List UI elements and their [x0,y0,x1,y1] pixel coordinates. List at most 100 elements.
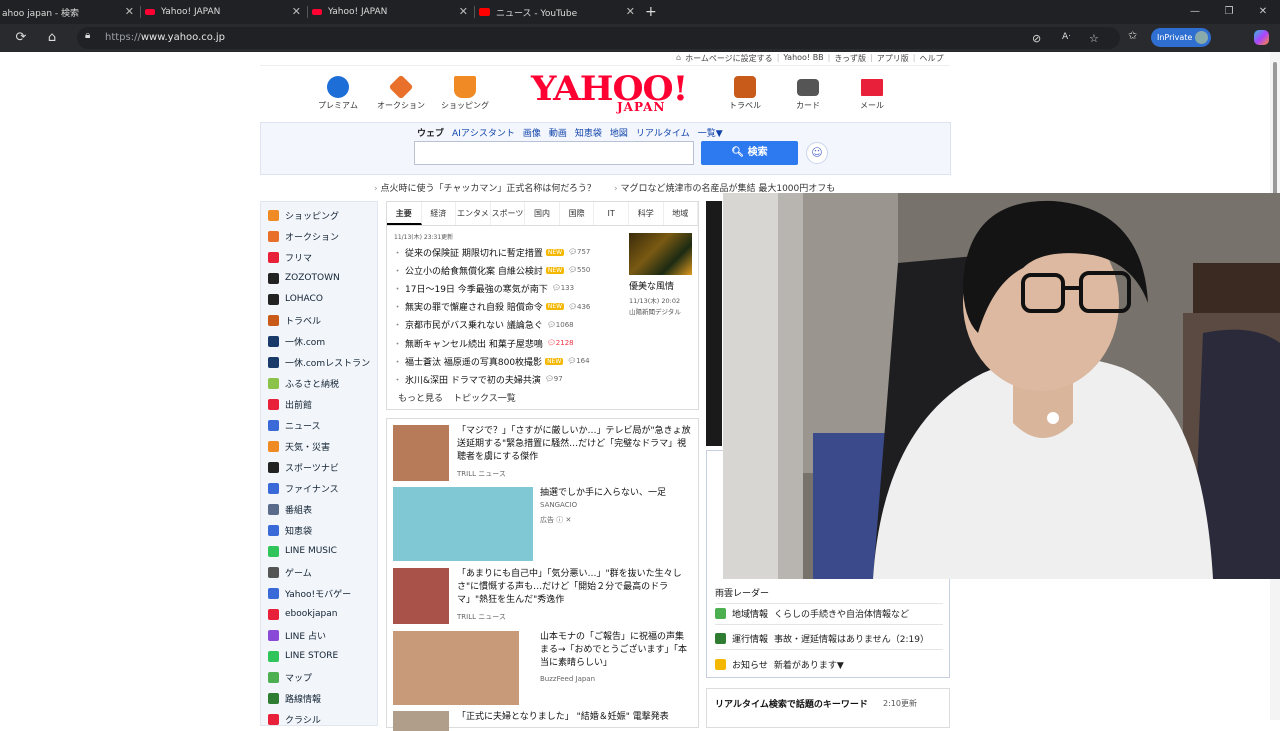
browser-tab[interactable]: Yahoo! JAPAN ✕ [145,0,307,24]
search-tab-images[interactable]: 画像 [523,126,541,139]
news-photo[interactable] [629,233,692,275]
topics-list-link[interactable]: トピックス一覧 [453,391,516,404]
sidebar-item[interactable]: ふるさと納税 [268,375,339,391]
local-info-row[interactable]: 運行情報 事故・遅延情報はありません（2:19） [715,631,929,645]
minimize-icon[interactable]: — [1178,0,1212,24]
sidebar-item[interactable]: ZOZOTOWN [268,270,340,286]
feed-thumbnail[interactable] [393,711,449,731]
favorites-icon[interactable]: ✩ [1128,29,1137,42]
inprivate-badge[interactable]: InPrivate [1151,28,1211,47]
sidebar-item[interactable]: 一休.com [268,333,325,349]
feed-thumbnail[interactable] [393,487,533,561]
service-shopping[interactable]: ショッピング [437,76,493,111]
sidebar-item[interactable]: ファイナンス [268,480,339,496]
feed-title[interactable]: 「あまりにも自己中」「気分悪い…」"群を抜いた生々しさ"に慣慨する声も…だけど「… [457,568,692,607]
sidebar-item[interactable]: 番組表 [268,501,312,517]
sidebar-item[interactable]: ニュース [268,417,321,433]
search-tab-video[interactable]: 動画 [549,126,567,139]
feed-item[interactable]: 抽選でしか手に入らない、一足 SANGACIO 広告 ⓘ ✕ [393,487,693,561]
news-item[interactable]: ・福士蒼汰 福原遥の写真800枚撮影 NEW 💬︎164 [393,354,590,368]
news-tab[interactable]: エンタメ [456,202,491,225]
service-mail[interactable]: メール [844,76,900,111]
help-link[interactable]: ヘルプ [919,53,943,64]
service-card[interactable]: カード [780,76,836,111]
sidebar-item[interactable]: 出前館 [268,396,312,412]
scrollbar-thumb[interactable] [1273,62,1277,212]
news-item[interactable]: ・京都市民がバス乗れない 議論急ぐ 💬︎1068 [393,318,574,332]
yahoo-bb-link[interactable]: Yahoo! BB [783,53,823,64]
news-tab[interactable]: 経済 [422,202,457,225]
sidebar-item[interactable]: トラベル [268,312,321,328]
sidebar-item[interactable]: 天気・災害 [268,438,330,454]
app-link[interactable]: アプリ版 [877,53,909,64]
home-icon[interactable]: ⌂ [44,30,60,46]
search-tab-map[interactable]: 地図 [610,126,628,139]
favorite-star-icon[interactable]: ☆ [1089,32,1099,45]
search-tab-list[interactable]: 一覧▼ [698,126,723,139]
yahoo-logo[interactable]: YAHOO! JAPAN [531,72,688,116]
ai-assistant-icon[interactable]: ☺ [806,142,828,164]
feed-thumbnail[interactable] [393,568,449,624]
feed-thumbnail[interactable] [393,425,449,481]
read-aloud-icon[interactable]: Aᐧ [1062,32,1070,42]
close-icon[interactable]: ✕ [125,5,134,18]
feed-title[interactable]: 抽選でしか手に入らない、一足 [540,487,690,500]
close-icon[interactable]: ✕ [292,5,301,18]
sidebar-item[interactable]: ゲーム [268,564,312,580]
feed-item[interactable]: 山本モナの「ご報告」に祝福の声集まる→「おめでとうございます」「本当に素晴らしい… [393,631,693,705]
close-icon[interactable]: ✕ [626,5,635,18]
browser-tab[interactable]: ニュース - YouTube ✕ [479,0,641,24]
news-item[interactable]: ・氷川&深田 ドラマで初の夫婦共演 💬︎97 [393,372,563,386]
realtime-title[interactable]: リアルタイム検索で話題のキーワード [715,697,868,710]
sidebar-item[interactable]: フリマ [268,249,312,265]
search-button[interactable]: 🔍︎ 検索 [701,141,798,165]
url-field[interactable]: 🔒︎ https://www.yahoo.co.jp ⊘ Aᐧ ☆ [77,27,1120,49]
sidebar-item[interactable]: 知恵袋 [268,522,312,538]
feed-title[interactable]: 「マジで？」「さすがに厳しいか…」テレビ局が"急きょ放送延期する"緊急措置に騒然… [457,425,692,464]
news-item[interactable]: ・従来の保険証 期限切れに暫定措置 NEW 💬︎757 [393,245,590,259]
browser-tab[interactable]: ahoo japan - 検索 ✕ [0,0,140,24]
news-item[interactable]: ・無実の罪で懈雇され自殺 賠償命令 NEW 💬︎436 [393,300,590,314]
sidebar-item[interactable]: スポーツナビ [268,459,339,475]
news-item[interactable]: ・無断キャンセル続出 和菓子屋悲鳴 💬︎2128 [393,336,574,350]
news-tab[interactable]: スポーツ [491,202,526,225]
refresh-icon[interactable]: ⟳ [13,30,29,46]
feed-title[interactable]: 「正式に夫婦となりました」 "結婚＆妊娠" 電撃発表 [457,711,692,724]
sidebar-item[interactable]: クラシル [268,711,321,727]
copilot-icon[interactable] [1254,30,1269,45]
sidebar-item[interactable]: LINE STORE [268,648,338,664]
service-auction[interactable]: オークション [373,74,429,111]
news-tab[interactable]: IT [594,202,629,225]
news-photo-caption[interactable]: 優美な風情 [629,279,674,292]
search-tab-realtime[interactable]: リアルタイム [636,126,690,139]
search-tab-ai[interactable]: AIアシスタント [452,126,515,139]
sidebar-item[interactable]: LOHACO [268,291,323,307]
local-info-row[interactable]: 地域情報 くらしの手続きや自治体情報など [715,606,909,620]
search-tab-web[interactable]: ウェブ [417,126,444,139]
sidebar-item[interactable]: ショッピング [268,207,339,223]
news-tab[interactable]: 国内 [525,202,560,225]
news-tab[interactable]: 地域 [664,202,699,225]
more-news-link[interactable]: もっと見る [398,391,443,404]
feed-title[interactable]: 山本モナの「ご報告」に祝福の声集まる→「おめでとうございます」「本当に素晴らしい… [540,631,690,670]
news-tab[interactable]: 国際 [560,202,595,225]
local-info-row[interactable]: お知らせ 新着があります▼ [715,657,844,671]
service-premium[interactable]: プレミアム [310,76,366,111]
ad-close-icon[interactable]: ⓘ ✕ [554,516,571,524]
news-item[interactable]: ・公立小の給食無償化案 自維公検討 NEW 💬︎550 [393,263,590,277]
news-item[interactable]: ・ 17日～19日 今季最強の寒気が南下 💬︎133 [393,281,574,295]
local-info-row[interactable]: 雨雲レーダー [715,585,775,599]
tracking-prevention-icon[interactable]: ⊘ [1032,32,1041,45]
sidebar-item[interactable]: LINE 占い [268,627,326,643]
kids-link[interactable]: きっず版 [834,53,866,64]
news-tab[interactable]: 科学 [629,202,664,225]
search-tab-chiebukuro[interactable]: 知恵袋 [575,126,602,139]
feed-item[interactable]: 「マジで？」「さすがに厳しいか…」テレビ局が"急きょ放送延期する"緊急措置に騒然… [393,425,693,481]
service-travel[interactable]: トラベル [717,76,773,111]
sidebar-item[interactable]: ebookjapan [268,606,337,622]
sidebar-item[interactable]: LINE MUSIC [268,543,337,559]
browser-tab-active[interactable]: Yahoo! JAPAN ✕ [312,0,474,24]
sidebar-item[interactable]: マップ [268,669,312,685]
news-tab[interactable]: 主要 [387,202,422,225]
close-icon[interactable]: ✕ [459,5,468,18]
